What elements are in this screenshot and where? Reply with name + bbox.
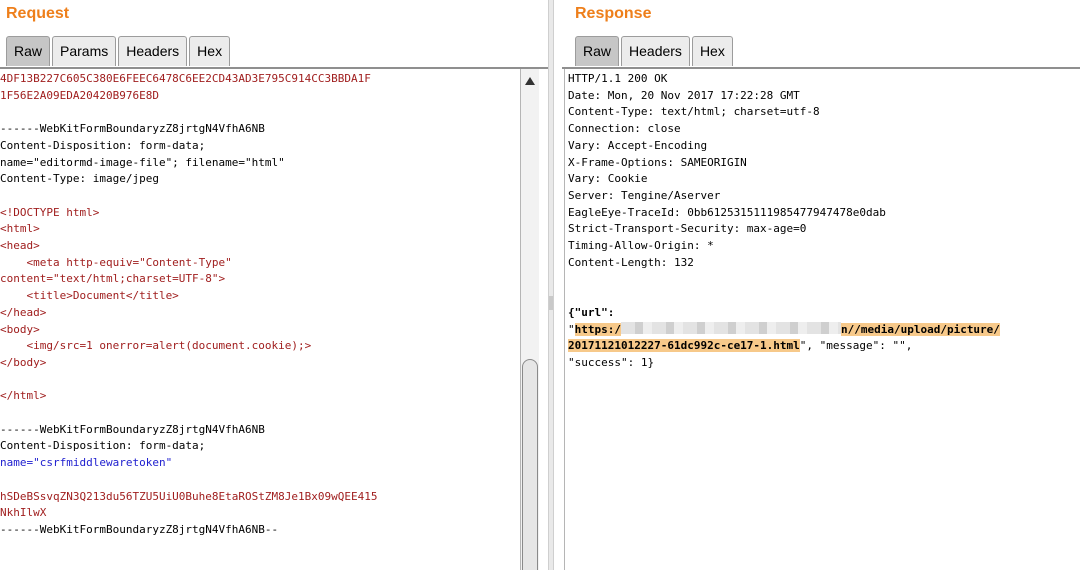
response-panel: Response Raw Headers Hex HTTP/1.1 200 OK… (554, 0, 1080, 570)
request-line: <!DOCTYPE html> (0, 205, 100, 219)
request-tab-headers[interactable]: Headers (118, 36, 188, 66)
response-header-line: EagleEye-TraceId: 0bb6125315111985477947… (568, 205, 886, 219)
request-line: 4DF13B227C605C380E6FEEC6478C6EE2CD43AD3E… (0, 72, 371, 85)
response-header-line: Vary: Accept-Encoding (568, 138, 708, 152)
request-line: Content-Disposition: form-data; (0, 439, 206, 453)
request-editor[interactable]: 4DF13B227C605C380E6FEEC6478C6EE2CD43AD3E… (0, 69, 520, 570)
response-header-line: Content-Length: 132 (568, 255, 694, 269)
request-line: <title>Document</title> (0, 289, 179, 303)
request-line: </head> (0, 305, 47, 319)
redacted-host-icon (620, 321, 841, 334)
request-line: Content-Type: image/jpeg (0, 172, 159, 186)
request-line: ------WebKitFormBoundaryzZ8jrtgN4VfhA6NB (0, 422, 265, 436)
request-line: </body> (0, 355, 47, 369)
response-editor[interactable]: HTTP/1.1 200 OK Date: Mon, 20 Nov 2017 1… (564, 69, 1080, 570)
response-tab-hex[interactable]: Hex (691, 36, 733, 66)
response-url-part: n//media/upload/picture/ (840, 322, 1000, 336)
response-body-line: {"url": (568, 305, 615, 319)
response-header-line: Date: Mon, 20 Nov 2017 17:22:28 GMT (568, 88, 800, 102)
request-line: 1F56E2A09EDA20420B976E8D (0, 88, 159, 102)
request-line: NkhIlwX (0, 506, 47, 520)
request-line: ------WebKitFormBoundaryzZ8jrtgN4VfhA6NB… (0, 522, 279, 536)
request-panel: Request Raw Params Headers Hex 4DF13B227… (0, 0, 548, 570)
response-body-tail: ", "message": "", (799, 339, 913, 353)
request-tab-hex[interactable]: Hex (189, 36, 231, 66)
request-line: name="csrfmiddlewaretoken" (0, 456, 173, 470)
response-body-quote: " (568, 322, 575, 336)
request-line: <body> (0, 322, 40, 336)
request-tab-params[interactable]: Params (52, 36, 117, 66)
response-header-line: X-Frame-Options: SAMEORIGIN (568, 155, 747, 169)
response-tab-bar: Raw Headers Hex (575, 36, 735, 67)
response-title: Response (575, 5, 652, 22)
request-line: </html> (0, 389, 47, 403)
response-header-line: Server: Tengine/Aserver (568, 188, 721, 202)
response-header-line: Strict-Transport-Security: max-age=0 (568, 222, 807, 236)
scroll-up-arrow-icon[interactable] (525, 77, 535, 85)
request-tab-raw[interactable]: Raw (6, 36, 51, 66)
splitter-grip-icon[interactable] (549, 296, 553, 310)
response-header-line: Vary: Cookie (568, 172, 648, 186)
response-header-line: Connection: close (568, 122, 681, 136)
response-header-line: Timing-Allow-Origin: * (568, 239, 714, 253)
request-line: name="editormd-image-file"; filename="ht… (0, 155, 285, 169)
response-header-line: Content-Type: text/html; charset=utf-8 (568, 105, 820, 119)
request-line: hSDeBSsvqZN3Q213du56TZU5UiU0Buhe8EtaROSt… (0, 489, 378, 503)
response-tab-raw[interactable]: Raw (575, 36, 620, 66)
request-vertical-scrollbar[interactable] (520, 69, 539, 570)
request-line: <head> (0, 239, 40, 253)
response-header-line: HTTP/1.1 200 OK (568, 72, 668, 85)
response-url-part: 20171121012227-61dc992c-ce17-1.html (568, 339, 800, 353)
response-url-part: https:/ (574, 322, 621, 336)
request-raw-text[interactable]: 4DF13B227C605C380E6FEEC6478C6EE2CD43AD3E… (0, 69, 520, 539)
request-line: <html> (0, 222, 40, 236)
response-tab-headers[interactable]: Headers (621, 36, 690, 66)
request-tab-bar: Raw Params Headers Hex (6, 36, 232, 67)
request-line: <img/src=1 onerror=alert(document.cookie… (0, 339, 312, 353)
request-line: Content-Disposition: form-data; (0, 138, 206, 152)
response-body-line: "success": 1} (568, 355, 655, 369)
request-title: Request (6, 5, 70, 22)
response-raw-text[interactable]: HTTP/1.1 200 OK Date: Mon, 20 Nov 2017 1… (565, 69, 1080, 372)
request-line: content="text/html;charset=UTF-8"> (0, 272, 226, 286)
request-line: <meta http-equiv="Content-Type" (0, 255, 232, 269)
scrollbar-thumb[interactable] (522, 359, 538, 570)
request-line: ------WebKitFormBoundaryzZ8jrtgN4VfhA6NB (0, 122, 265, 136)
